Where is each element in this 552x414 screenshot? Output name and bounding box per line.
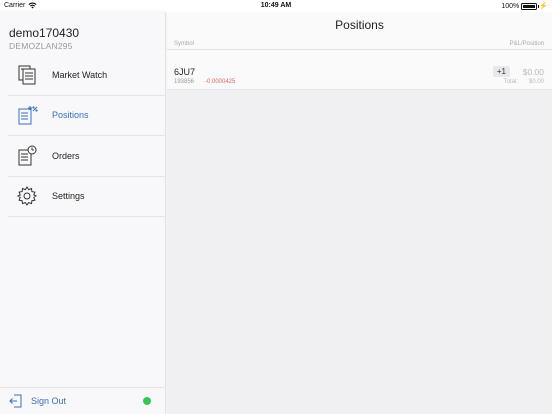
position-symbol: 6JU7	[174, 67, 196, 77]
gear-icon	[16, 185, 38, 207]
position-row[interactable]: 6JU7 193856 -0.0000425 +1 $0.00 Total: $…	[167, 50, 552, 90]
page-title: Positions	[335, 18, 384, 32]
position-change: -0.0000425	[205, 79, 236, 85]
column-header-pl: P&L/Position	[509, 41, 544, 47]
sidebar-item-label: Orders	[52, 150, 80, 161]
sign-out-label: Sign Out	[31, 396, 67, 406]
sign-out-icon	[9, 394, 23, 408]
clock: 10:49 AM	[260, 2, 292, 9]
sidebar-item-label: Market Watch	[52, 69, 108, 80]
account-login: DEMOZLAN295	[9, 41, 73, 51]
battery-indicator: 100% ⚡	[501, 2, 548, 10]
sidebar-item-label: Settings	[52, 191, 85, 202]
sidebar-item-positions[interactable]: Positions	[8, 96, 166, 136]
sidebar-item-market-watch[interactable]: Market Watch	[8, 55, 166, 96]
sidebar: demo170430 DEMOZLAN295 Market Watch Posi…	[0, 12, 166, 414]
position-pl: $0.00	[522, 67, 544, 77]
status-bar: Carrier 10:49 AM 100% ⚡	[0, 0, 552, 12]
connection-status-indicator	[143, 397, 151, 405]
positions-panel: Positions Symbol P&L/Position 6JU7 19385…	[167, 12, 552, 414]
market-watch-icon	[16, 64, 38, 86]
charging-icon: ⚡	[539, 3, 548, 10]
position-total-label: Total:	[503, 79, 518, 85]
positions-icon	[16, 104, 38, 126]
sidebar-item-label: Positions	[52, 110, 89, 121]
position-quantity-badge: +1	[492, 66, 510, 77]
account-name: demo170430	[9, 26, 80, 40]
account-info: demo170430 DEMOZLAN295	[9, 26, 79, 51]
sidebar-menu: Market Watch Positions Orders Settings	[0, 55, 166, 217]
sidebar-item-settings[interactable]: Settings	[8, 177, 166, 217]
battery-icon	[521, 2, 540, 10]
positions-header: Positions Symbol P&L/Position	[167, 12, 552, 50]
column-header-symbol: Symbol	[174, 41, 195, 47]
battery-percent: 100%	[501, 2, 520, 10]
position-total-value: $0.00	[528, 79, 544, 85]
sign-out-button[interactable]: Sign Out	[0, 387, 166, 414]
sidebar-item-orders[interactable]: Orders	[8, 136, 166, 177]
orders-icon	[16, 145, 38, 167]
position-ticket: 193856	[174, 79, 195, 85]
